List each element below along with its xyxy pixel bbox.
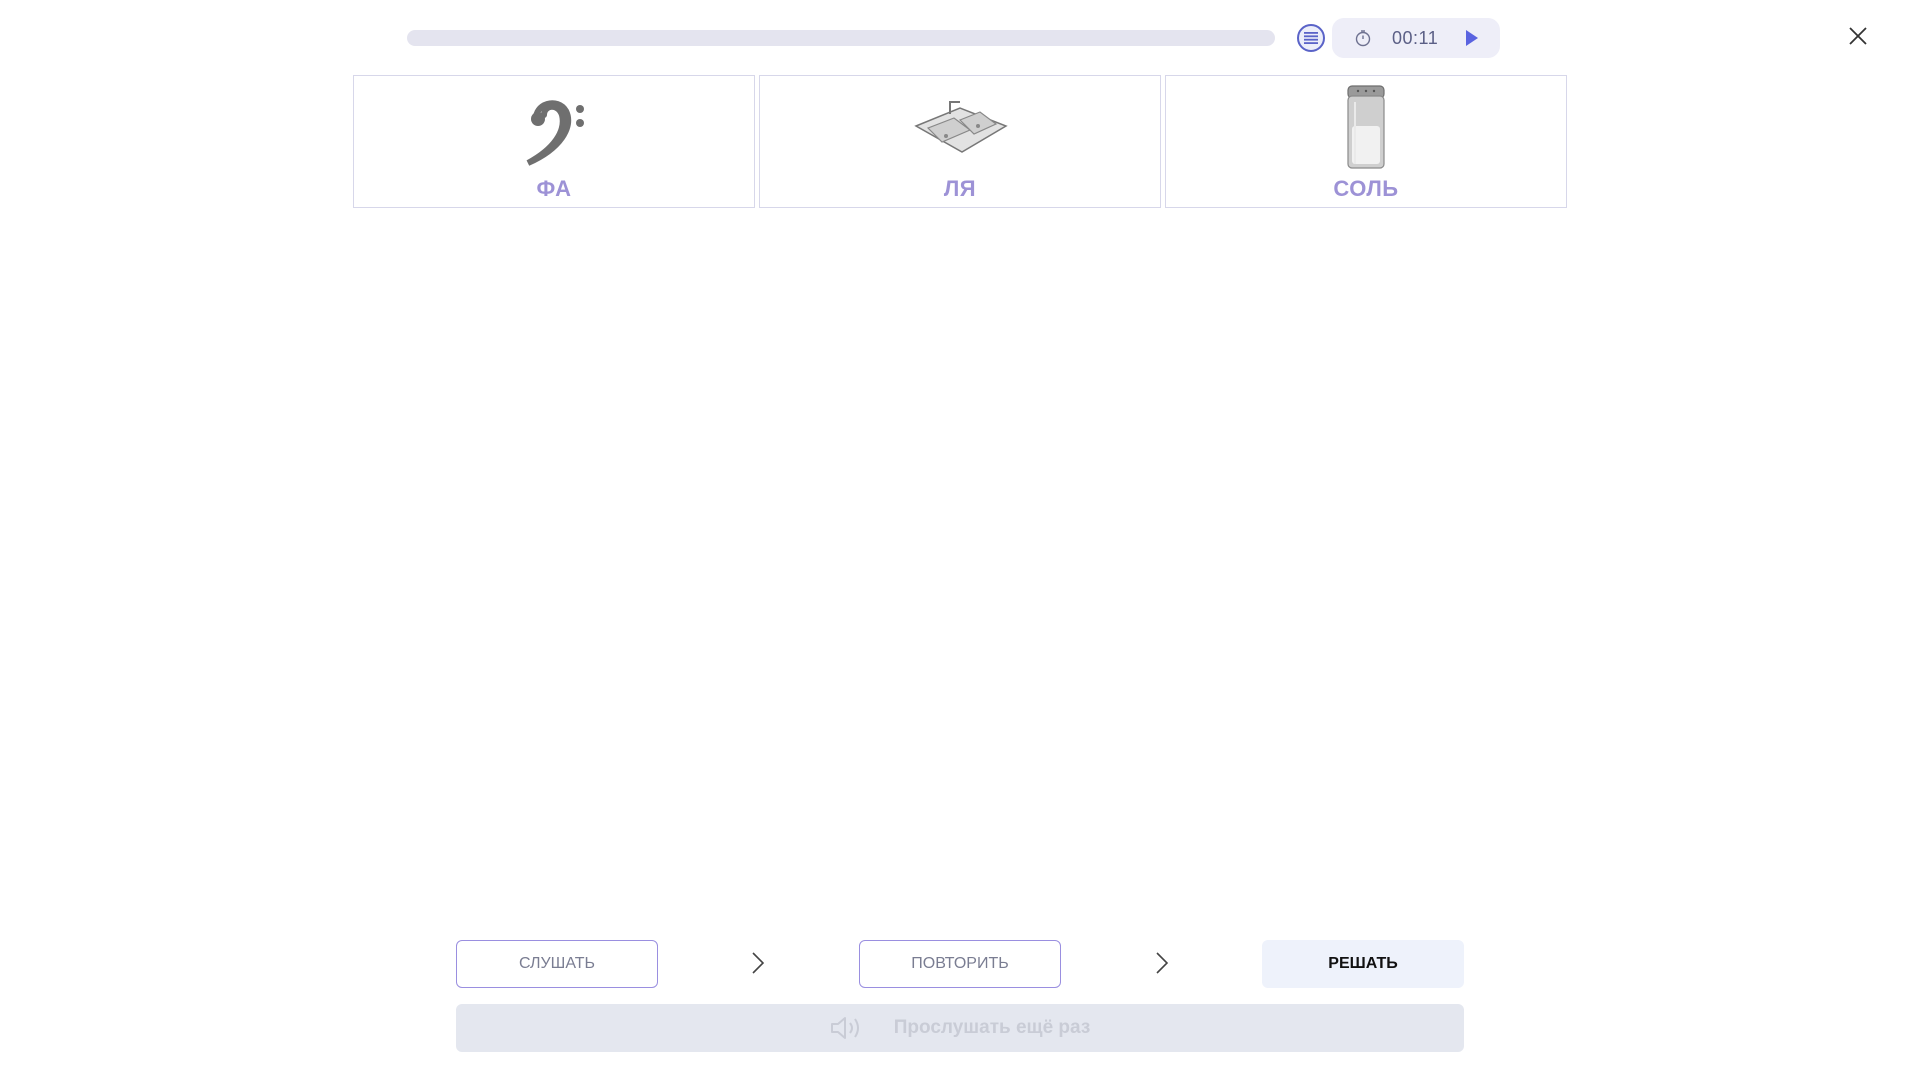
card-fa[interactable]: ФА — [353, 75, 755, 208]
list-icon — [1304, 32, 1318, 44]
card-lya[interactable]: ЛЯ — [759, 75, 1161, 208]
chevron-right-icon — [752, 952, 765, 974]
chevron-right-icon — [1156, 952, 1169, 974]
sink-image — [905, 86, 1015, 168]
progress-bar — [407, 30, 1275, 46]
timer-value: 00:11 — [1392, 28, 1439, 48]
play-icon[interactable] — [1460, 28, 1482, 48]
card-label: ФА — [536, 176, 572, 201]
bass-clef-image — [499, 86, 609, 168]
repeat-step-button[interactable]: ПОВТОРИТЬ — [859, 940, 1061, 988]
answer-cards: ФА ЛЯ СОЛЬ — [353, 75, 1567, 208]
listen-step-button[interactable]: СЛУШАТЬ — [456, 940, 658, 988]
exercise-screen: 00:11 ФА ЛЯ СОЛЬ СЛУШАТЬ ПОВТОРИТЬ РЕШАТ… — [0, 0, 1920, 1080]
close-icon[interactable] — [1846, 24, 1870, 48]
salt-shaker-image — [1311, 85, 1421, 169]
list-button[interactable] — [1297, 24, 1325, 52]
speaker-icon — [830, 1017, 859, 1039]
card-label: СОЛЬ — [1333, 176, 1399, 201]
solve-step-button[interactable]: РЕШАТЬ — [1262, 940, 1464, 988]
card-sol[interactable]: СОЛЬ — [1165, 75, 1567, 208]
card-label: ЛЯ — [943, 176, 977, 201]
stopwatch-icon — [1355, 30, 1371, 47]
timer: 00:11 — [1332, 18, 1500, 58]
listen-again-label: Прослушать ещё раз — [893, 1017, 1091, 1038]
listen-again-button[interactable]: Прослушать ещё раз — [456, 1004, 1464, 1052]
